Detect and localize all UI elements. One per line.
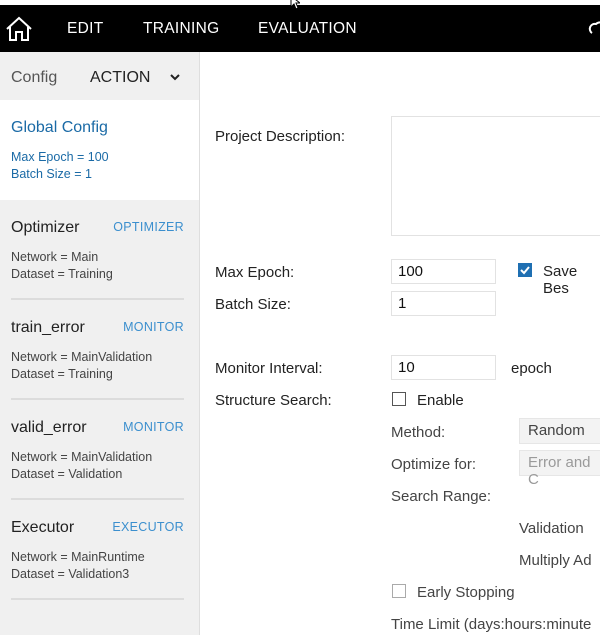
batch-size-label: Batch Size: [215,296,291,313]
structure-search-label: Structure Search: [215,392,332,409]
max-epoch-input[interactable]: 100 [391,259,496,284]
config-card-optimizer[interactable]: Optimizer OPTIMIZER Network = Main Datas… [0,200,199,300]
early-stopping-label: Early Stopping [417,584,515,601]
action-dropdown[interactable]: ACTION [90,69,150,87]
monitor-interval-label: Monitor Interval: [215,360,323,377]
monitor-interval-input[interactable]: 10 [391,355,496,380]
validation-range-label: Validation [519,520,584,537]
card-detail: Dataset = Validation [11,467,123,481]
card-title: Global Config [11,119,108,136]
config-card-executor[interactable]: Executor EXECUTOR Network = MainRuntime … [0,500,199,600]
card-detail: Max Epoch = 100 [11,150,109,164]
project-description-input[interactable] [391,116,600,236]
time-limit-label: Time Limit (days:hours:minute [391,616,592,633]
cloud-icon[interactable] [588,19,600,39]
card-type-tag: MONITOR [123,420,184,434]
check-icon [520,266,530,275]
enable-label: Enable [417,392,464,409]
card-detail: Network = MainValidation [11,350,153,364]
card-detail: Dataset = Validation3 [11,567,130,581]
card-detail: Batch Size = 1 [11,167,92,181]
card-title: train_error [11,319,85,336]
sidebar: Config ACTION Global Config Max Epoch = … [0,52,200,635]
batch-size-input[interactable]: 1 [391,291,496,316]
multiply-add-range-label: Multiply Ad [519,552,592,569]
project-description-label: Project Description: [215,128,346,145]
card-type-tag: EXECUTOR [112,520,184,534]
method-select[interactable]: Random [519,418,600,444]
card-detail: Network = Main [11,250,99,264]
monitor-interval-unit: epoch [511,360,552,377]
card-type-tag: OPTIMIZER [113,220,184,234]
structure-search-enable-checkbox[interactable] [392,392,406,406]
sidebar-header: Config ACTION [0,52,199,100]
card-separator [11,598,184,600]
card-title: Optimizer [11,219,80,236]
save-best-label: Save Bes [543,263,578,297]
menu-evaluation[interactable]: EVALUATION [258,20,357,38]
card-detail: Network = MainValidation [11,450,153,464]
config-card-train-error[interactable]: train_error MONITOR Network = MainValida… [0,300,199,400]
card-title: valid_error [11,419,87,436]
save-best-checkbox[interactable] [518,263,532,277]
method-label: Method: [391,424,446,441]
config-card-valid-error[interactable]: valid_error MONITOR Network = MainValida… [0,400,199,500]
menu-training[interactable]: TRAINING [143,20,219,38]
card-detail: Network = MainRuntime [11,550,145,564]
max-epoch-label: Max Epoch: [215,264,295,281]
mouse-cursor-icon [290,0,300,10]
chevron-down-icon[interactable] [169,72,181,82]
optimize-for-label: Optimize for: [391,456,477,473]
card-detail: Dataset = Training [11,267,113,281]
card-detail: Dataset = Training [11,367,113,381]
card-title: Executor [11,519,75,536]
config-card-global[interactable]: Global Config Max Epoch = 100 Batch Size… [0,100,199,200]
home-icon[interactable] [4,15,34,43]
card-type-tag: MONITOR [123,320,184,334]
menu-bar: EDIT TRAINING EVALUATION [0,5,600,52]
optimize-for-select[interactable]: Error and C [519,450,600,488]
early-stopping-checkbox[interactable] [392,584,406,598]
search-range-label: Search Range: [391,488,492,505]
menu-edit[interactable]: EDIT [67,20,104,38]
sidebar-tab-config[interactable]: Config [11,69,57,87]
